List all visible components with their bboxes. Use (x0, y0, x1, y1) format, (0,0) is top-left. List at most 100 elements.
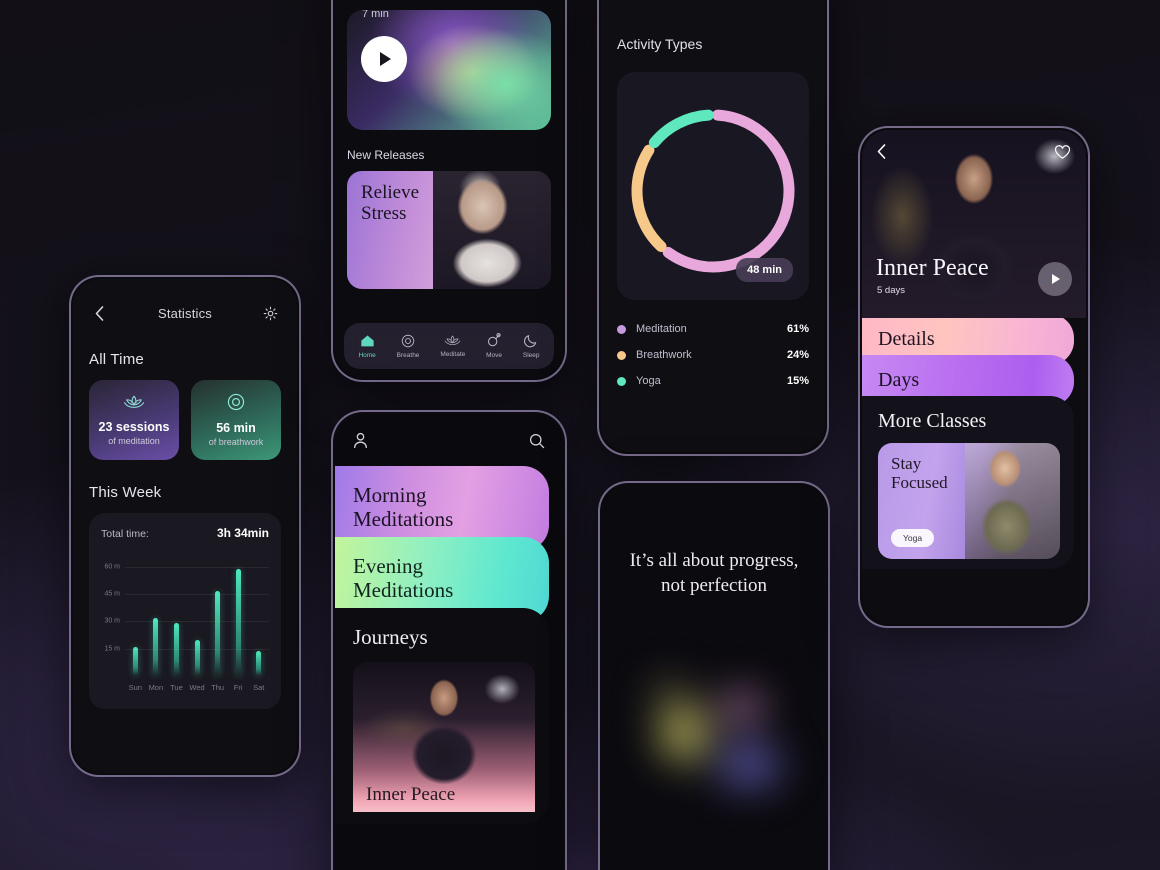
activity-types-heading: Activity Types (617, 36, 703, 52)
nav-item-move[interactable]: Move (486, 333, 502, 359)
bar (194, 639, 200, 676)
legend-label: Breathwork (636, 349, 692, 361)
stat-card-meditation[interactable]: 23 sessions of meditation (89, 380, 179, 460)
person-icon[interactable] (353, 432, 368, 454)
bar-column (228, 556, 249, 676)
bar-column (248, 556, 269, 676)
legend-row: Meditation 61% (617, 316, 809, 342)
gradient-blob (630, 643, 810, 823)
relieve-stress-card[interactable]: Relieve Stress (347, 171, 551, 289)
relieve-stress-title: Relieve Stress (361, 182, 420, 224)
nav-item-label: Move (486, 352, 503, 359)
stat-caption: of meditation (108, 436, 160, 446)
nav-item-breathe[interactable]: Breathe (396, 334, 420, 359)
more-classes-panel[interactable]: More Classes Stay Focused Yoga (862, 396, 1074, 569)
stat-card-breathwork[interactable]: 56 min of breathwork (191, 380, 281, 460)
y-axis-tick-label: 60 m (104, 563, 120, 571)
x-axis-tick-label: Mon (148, 683, 164, 692)
gear-icon[interactable] (261, 303, 281, 323)
legend-value: 24% (786, 349, 809, 361)
x-axis-tick-label: Wed (189, 683, 205, 692)
total-time-value: 3h 34min (216, 526, 269, 540)
statistics-screen: Statistics All Time 23 sessions of medit… (69, 275, 301, 777)
x-axis-tick-label: Fri (233, 683, 243, 692)
quote-text: It’s all about progress, not perfection (629, 550, 799, 596)
journey-card-inner-peace[interactable]: Inner Peace (353, 661, 535, 812)
detail-hero-photo: Inner Peace 5 days (862, 130, 1086, 318)
stat-card-group: 23 sessions of meditation 56 min of brea… (89, 380, 281, 460)
x-axis-tick-label: Thu (211, 683, 225, 692)
guided-meditation-hero[interactable]: Guided Meditation 7 min (347, 10, 551, 130)
donut-segment (648, 109, 714, 148)
activity-legend: Meditation 61% Breathwork 24% Yoga 15% (617, 316, 809, 394)
class-card-stay-focused[interactable]: Stay Focused Yoga (878, 443, 1060, 559)
legend-value: 61% (786, 323, 809, 335)
circle-target-icon (401, 334, 415, 350)
heart-icon[interactable] (1054, 144, 1071, 165)
nav-item-label: Sleep (522, 352, 540, 359)
lotus-icon (123, 394, 145, 415)
stat-value: 23 sessions (98, 420, 170, 434)
x-axis-tick-label: Sun (128, 683, 142, 692)
bar-group (125, 556, 269, 676)
legend-color-dot (617, 350, 626, 360)
chevron-left-icon[interactable] (877, 144, 886, 165)
nav-item-meditate[interactable]: Meditate (440, 334, 465, 358)
circle-target-icon (227, 393, 245, 416)
bar (153, 617, 159, 676)
nav-item-label: Meditate (440, 351, 466, 358)
stat-value: 56 min (216, 421, 256, 435)
inner-peace-detail-screen: Inner Peace 5 days Details Days More Cla… (858, 126, 1090, 628)
detail-subtitle: 5 days (877, 285, 905, 296)
weekly-chart-card: Total time: 3h 34min 60 m 45 m 30 m 15 m Su… (89, 513, 281, 709)
bar (132, 646, 138, 676)
relieve-stress-photo (432, 171, 551, 289)
nav-item-home[interactable]: Home (358, 334, 376, 359)
legend-value: 15% (786, 375, 809, 387)
bar-column (146, 556, 167, 676)
search-header (335, 414, 563, 472)
bar-chart-x-labels: Sun Mon Tue Wed Thu Fri Sat (125, 683, 269, 692)
home-screen: Guided Meditation 7 min New Releases Rel… (331, 0, 567, 382)
class-card-chip[interactable]: Yoga (891, 529, 935, 547)
journeys-label: Journeys (353, 625, 428, 650)
legend-label: Yoga (636, 375, 661, 387)
detail-hero-toolbar (862, 144, 1086, 165)
stat-caption: of breathwork (208, 437, 264, 447)
bottom-navigation[interactable]: Home Breathe Meditate Move Sleep (344, 323, 554, 369)
days-label: Days (878, 369, 920, 391)
nav-item-label: Breathe (396, 351, 420, 359)
total-time-label: Total time: (101, 528, 149, 540)
y-axis-tick-label: 15 m (104, 645, 120, 653)
bar (256, 650, 262, 676)
bar-column (187, 556, 208, 676)
new-releases-heading: New Releases (347, 148, 425, 162)
legend-label: Meditation (636, 323, 687, 335)
bar-column (166, 556, 187, 676)
x-axis-tick-label: Tue (170, 683, 183, 692)
nav-item-label: Home (358, 351, 376, 359)
y-axis-tick-label: 30 m (104, 617, 120, 625)
details-label: Details (878, 328, 935, 350)
play-icon[interactable] (361, 36, 407, 82)
statistics-header: Statistics (89, 299, 281, 327)
journeys-panel[interactable]: Journeys Inner Peace (335, 608, 549, 824)
home-icon (360, 334, 375, 350)
journey-card-title: Inner Peace (366, 783, 456, 805)
nav-item-sleep[interactable]: Sleep (523, 333, 540, 359)
bar (215, 590, 221, 676)
play-icon[interactable] (1038, 262, 1072, 296)
class-card-title: Stay Focused (891, 454, 948, 493)
donut-segment (631, 144, 667, 252)
donut-center-badge: 48 min (736, 258, 793, 282)
search-screen: Morning Meditations Evening Meditations … (331, 410, 567, 870)
this-week-heading: This Week (89, 484, 162, 501)
x-axis-tick-label: Sat (253, 683, 265, 692)
panel-title: Morning Meditations (353, 483, 454, 531)
chevron-left-icon[interactable] (89, 303, 109, 323)
search-icon[interactable] (529, 433, 545, 454)
hero-duration: 7 min (362, 10, 389, 20)
panel-title: Evening Meditations (353, 554, 454, 602)
donut-chart (620, 98, 806, 284)
quote-screen: It’s all about progress, not perfection … (598, 481, 830, 870)
